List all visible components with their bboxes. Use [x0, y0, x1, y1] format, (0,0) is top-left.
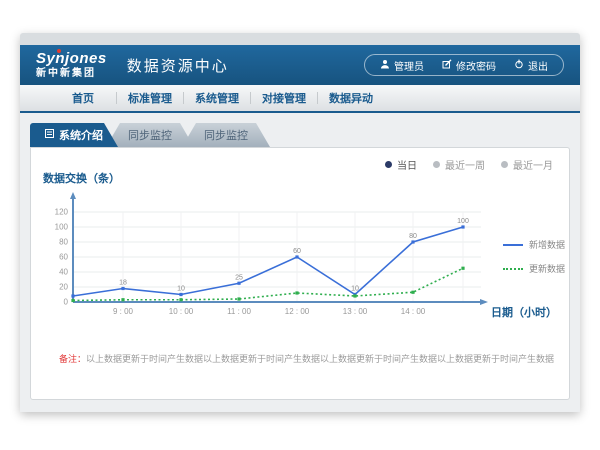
nav-item-standard-mgmt[interactable]: 标准管理 — [117, 90, 183, 106]
legend-new-data-label: 新增数据 — [529, 238, 565, 251]
svg-text:25: 25 — [235, 274, 243, 281]
data-point — [353, 294, 356, 297]
logo-company: 新中新集团 — [36, 68, 107, 79]
nav-item-data-change[interactable]: 数据异动 — [318, 90, 384, 106]
chart-svg: 0 20 40 60 80 100 120 9 : 00 10 : 00 11 : 00 12 : … — [41, 188, 541, 328]
tab-system-intro[interactable]: 系统介绍 — [30, 123, 118, 147]
radio-last-week[interactable]: 最近一周 — [433, 157, 485, 172]
logout-button[interactable]: 退出 — [505, 58, 557, 73]
radio-dot — [433, 161, 440, 168]
tab-sync-monitor-1-label: 同步监控 — [128, 127, 172, 143]
series-line-新增数据 — [73, 227, 463, 296]
svg-text:18: 18 — [119, 280, 127, 287]
footnote-text: 以上数据更新于时间产生数据以上数据更新于时间产生数据以上数据更新于时间产生数据以… — [86, 354, 555, 364]
svg-text:10: 10 — [351, 286, 359, 293]
data-point — [71, 299, 74, 302]
power-icon — [514, 59, 524, 72]
legend-update-data-label: 更新数据 — [529, 262, 565, 275]
tab-bar: 系统介绍 同步监控 同步监控 — [30, 123, 270, 147]
svg-text:80: 80 — [59, 238, 68, 247]
tab-sync-monitor-2[interactable]: 同步监控 — [182, 123, 270, 147]
data-point — [295, 255, 298, 258]
nav-item-home[interactable]: 首页 — [50, 90, 116, 106]
svg-text:100: 100 — [55, 223, 69, 232]
radio-last-month-label: 最近一月 — [513, 157, 553, 172]
nav-item-system-mgmt[interactable]: 系统管理 — [184, 90, 250, 106]
svg-text:14 : 00: 14 : 00 — [401, 307, 426, 316]
svg-text:0: 0 — [64, 298, 69, 307]
content-area: 系统介绍 同步监控 同步监控 当日 最近一周 — [20, 113, 580, 412]
user-menu: 管理员 修改密码 退出 — [364, 54, 564, 76]
document-icon — [45, 129, 54, 141]
data-point — [121, 287, 124, 290]
series-line-更新数据 — [73, 268, 463, 300]
data-point — [411, 240, 414, 243]
page-title: 数据资源中心 — [127, 55, 229, 76]
logo: Synjones 新中新集团 — [36, 51, 107, 79]
footnote: 备注：以上数据更新于时间产生数据以上数据更新于时间产生数据以上数据更新于时间产生… — [59, 352, 555, 365]
tab-sync-monitor-1[interactable]: 同步监控 — [106, 123, 194, 147]
edit-icon — [442, 59, 452, 72]
logo-brand: Synjones — [36, 51, 107, 68]
radio-dot — [501, 161, 508, 168]
legend-item-update-data[interactable]: 更新数据 — [503, 262, 565, 275]
nav-item-interface-mgmt[interactable]: 对接管理 — [251, 90, 317, 106]
svg-text:9 : 00: 9 : 00 — [113, 307, 134, 316]
svg-text:40: 40 — [59, 268, 68, 277]
tab-sync-monitor-2-label: 同步监控 — [204, 127, 248, 143]
logout-label: 退出 — [528, 58, 548, 73]
data-point — [71, 294, 74, 297]
radio-dot — [385, 161, 392, 168]
chart-legend: 新增数据 更新数据 — [503, 238, 565, 275]
chart-panel: 当日 最近一周 最近一月 数据交换（条） 0 20 40 60 80 100 120 9 : … — [30, 147, 570, 400]
time-range-radios: 当日 最近一周 最近一月 — [385, 157, 553, 172]
exchange-line-chart: 0 20 40 60 80 100 120 9 : 00 10 : 00 11 : 00 12 : … — [41, 188, 541, 328]
data-point — [295, 291, 298, 294]
data-point — [237, 282, 240, 285]
svg-text:11 : 00: 11 : 00 — [227, 307, 251, 316]
svg-text:13 : 00: 13 : 00 — [343, 307, 368, 316]
radio-last-week-label: 最近一周 — [445, 157, 485, 172]
data-point — [121, 298, 124, 301]
data-point — [411, 291, 414, 294]
change-password-label: 修改密码 — [456, 58, 496, 73]
radio-today[interactable]: 当日 — [385, 157, 417, 172]
svg-text:10 : 00: 10 : 00 — [169, 307, 194, 316]
svg-text:20: 20 — [59, 283, 68, 292]
user-menu-admin[interactable]: 管理员 — [371, 58, 433, 73]
window-top-strip — [20, 33, 580, 45]
data-point — [179, 298, 182, 301]
svg-text:60: 60 — [59, 253, 68, 262]
svg-text:120: 120 — [55, 208, 69, 217]
legend-item-new-data[interactable]: 新增数据 — [503, 238, 565, 251]
svg-text:10: 10 — [177, 286, 185, 293]
x-axis-title: 日期（小时） — [491, 304, 557, 320]
svg-text:80: 80 — [409, 233, 417, 240]
user-icon — [380, 59, 390, 72]
svg-text:60: 60 — [293, 248, 301, 255]
data-point — [237, 297, 240, 300]
main-nav: 首页 标准管理 系统管理 对接管理 数据异动 — [20, 85, 580, 113]
y-axis-title: 数据交换（条） — [43, 170, 120, 186]
legend-line-swatch — [503, 268, 523, 270]
user-menu-admin-label: 管理员 — [394, 58, 424, 73]
data-point — [179, 293, 182, 296]
radio-today-label: 当日 — [397, 157, 417, 172]
data-point — [461, 267, 464, 270]
app-window: Synjones 新中新集团 数据资源中心 管理员 修改密码 退出 — [20, 33, 580, 412]
svg-text:12 : 00: 12 : 00 — [285, 307, 310, 316]
footnote-label: 备注： — [59, 354, 86, 364]
legend-line-swatch — [503, 244, 523, 246]
tab-system-intro-label: 系统介绍 — [59, 127, 103, 143]
app-header: Synjones 新中新集团 数据资源中心 管理员 修改密码 退出 — [20, 45, 580, 85]
change-password-button[interactable]: 修改密码 — [433, 58, 505, 73]
radio-last-month[interactable]: 最近一月 — [501, 157, 553, 172]
data-point — [461, 225, 464, 228]
svg-text:100: 100 — [457, 218, 469, 225]
